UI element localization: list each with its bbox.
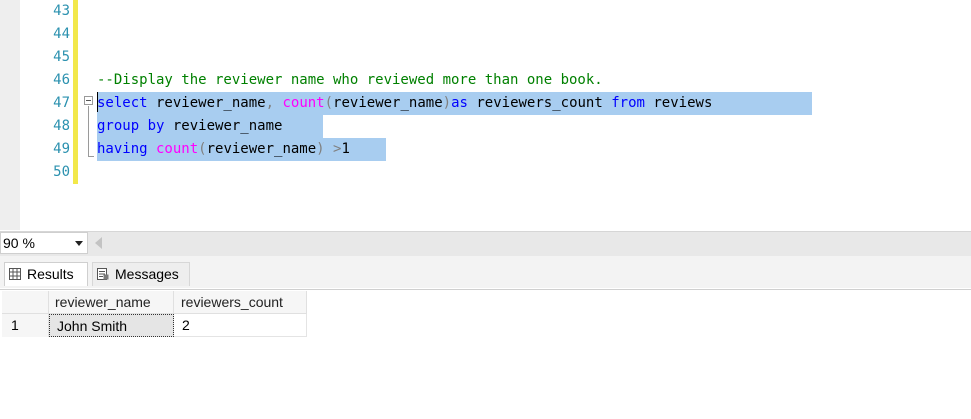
paren-close-token: ) bbox=[316, 141, 325, 157]
tab-results[interactable]: Results bbox=[4, 262, 88, 286]
keyword-having: having bbox=[97, 141, 148, 157]
horizontal-scrollbar[interactable] bbox=[0, 231, 971, 256]
code-comment: --Display the reviewer name who reviewed… bbox=[97, 72, 603, 88]
tab-results-label: Results bbox=[27, 266, 74, 282]
zoom-value: 90 % bbox=[3, 235, 35, 251]
line-number: 50 bbox=[53, 164, 70, 180]
editor-margin bbox=[0, 0, 20, 230]
number-token: 1 bbox=[341, 141, 350, 157]
tab-messages[interactable]: Messages bbox=[92, 262, 190, 286]
table-token: reviews bbox=[644, 95, 721, 111]
fold-guide-end bbox=[88, 156, 94, 157]
keyword-group-by: group by bbox=[97, 118, 165, 134]
table-cell[interactable]: 2 bbox=[174, 314, 307, 337]
function-count: count bbox=[147, 141, 199, 157]
fold-minus-icon[interactable] bbox=[84, 96, 93, 105]
grid-corner[interactable] bbox=[2, 291, 49, 314]
table-cell[interactable]: John Smith bbox=[49, 314, 174, 337]
line-number: 46 bbox=[53, 72, 70, 88]
messages-icon bbox=[97, 268, 109, 280]
line-number: 45 bbox=[53, 49, 70, 65]
dropdown-arrow-icon bbox=[75, 241, 83, 246]
column-header[interactable]: reviewers_count bbox=[174, 291, 307, 314]
line-number: 44 bbox=[53, 26, 70, 42]
argument-token: reviewer_name bbox=[206, 141, 317, 157]
line-number: 43 bbox=[53, 3, 70, 19]
tab-messages-label: Messages bbox=[115, 266, 179, 282]
line-number: 48 bbox=[53, 118, 70, 134]
text-caret bbox=[97, 92, 98, 112]
query-editor[interactable]: 43 44 45 46 47 48 49 50 --Display the re… bbox=[0, 0, 971, 230]
alias-token: reviewers_count bbox=[467, 95, 612, 111]
keyword-as: as bbox=[451, 95, 468, 111]
code-line-select[interactable]: select reviewer_name, count(reviewer_nam… bbox=[97, 92, 812, 115]
scroll-left-arrow-icon[interactable] bbox=[95, 237, 102, 249]
zoom-dropdown[interactable]: 90 % bbox=[0, 232, 88, 254]
paren-close-token: ) bbox=[442, 95, 452, 111]
line-number: 49 bbox=[53, 141, 70, 157]
code-line-having[interactable]: having count(reviewer_name) >1 bbox=[97, 138, 386, 161]
function-count: count bbox=[274, 95, 325, 111]
comma-token: , bbox=[265, 95, 275, 111]
row-header[interactable]: 1 bbox=[2, 314, 49, 337]
code-line-group-by[interactable]: group by reviewer_name bbox=[97, 115, 323, 138]
field-token: reviewer_name bbox=[147, 95, 266, 111]
change-tracking-bar bbox=[73, 0, 78, 184]
keyword-select: select bbox=[97, 95, 148, 111]
keyword-from: from bbox=[611, 95, 645, 111]
paren-open-token: ( bbox=[198, 141, 207, 157]
argument-token: reviewer_name bbox=[333, 95, 443, 111]
operator-token: > bbox=[324, 141, 342, 157]
column-header[interactable]: reviewer_name bbox=[49, 291, 174, 314]
fold-guide-line bbox=[88, 106, 89, 156]
paren-open-token: ( bbox=[324, 95, 334, 111]
grid-icon bbox=[9, 268, 21, 280]
line-number: 47 bbox=[53, 95, 70, 111]
field-token: reviewer_name bbox=[164, 118, 291, 134]
